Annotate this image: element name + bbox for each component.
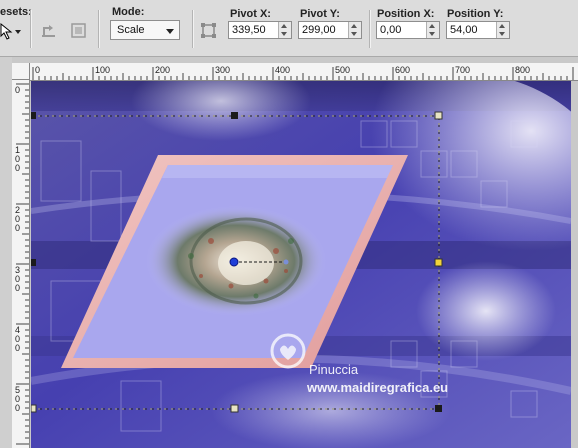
ruler-tick-label: 600 bbox=[395, 65, 410, 75]
spin-up-icon[interactable] bbox=[281, 24, 287, 28]
ruler-tick-label: 0 bbox=[15, 283, 20, 293]
canvas-artwork: Pinuccia www.maidiregrafica.eu bbox=[31, 81, 571, 448]
toolbar-separator bbox=[192, 10, 194, 48]
toolbar-separator bbox=[369, 10, 371, 48]
position-x-label: Position X: bbox=[377, 8, 435, 20]
pivot-x-spinner[interactable] bbox=[278, 22, 291, 38]
ruler-tick-label: 0 bbox=[15, 403, 20, 413]
spin-down-icon[interactable] bbox=[281, 32, 287, 36]
spin-up-icon[interactable] bbox=[351, 24, 357, 28]
spin-down-icon[interactable] bbox=[429, 32, 435, 36]
image-canvas[interactable]: Pinuccia www.maidiregrafica.eu bbox=[31, 81, 571, 448]
watermark-name: Pinuccia bbox=[309, 362, 359, 377]
mode-select[interactable]: Scale bbox=[110, 20, 180, 40]
pivot-y-input[interactable]: 299,00 bbox=[298, 21, 362, 39]
ruler-corner bbox=[12, 63, 30, 80]
ruler-tick-label: 400 bbox=[275, 65, 290, 75]
horizontal-ruler[interactable]: 0 100 200 300 400 500 600 700 800 bbox=[30, 63, 578, 81]
toolbar: esets: Mode: Scale Pivot X: 339,50 Pivot… bbox=[0, 0, 578, 57]
spin-down-icon[interactable] bbox=[351, 32, 357, 36]
spin-down-icon[interactable] bbox=[499, 32, 505, 36]
position-y-value: 54,00 bbox=[450, 24, 478, 36]
ruler-tick-label: 700 bbox=[455, 65, 470, 75]
pivot-point-icon[interactable] bbox=[200, 22, 218, 40]
toolbar-separator bbox=[30, 10, 32, 48]
position-y-input[interactable]: 54,00 bbox=[446, 21, 510, 39]
horizontal-ruler-ticks: 0 100 200 300 400 500 600 700 800 bbox=[32, 65, 574, 80]
pivot-x-input[interactable]: 339,50 bbox=[228, 21, 292, 39]
ruler-tick-label: 300 bbox=[215, 65, 230, 75]
watermark-site: www.maidiregrafica.eu bbox=[306, 380, 448, 395]
presets-label: esets: bbox=[0, 6, 32, 18]
pivot-y-label: Pivot Y: bbox=[300, 8, 340, 20]
ruler-tick-label: 100 bbox=[95, 65, 110, 75]
pivot-y-value: 299,00 bbox=[302, 24, 336, 36]
image-frame-icon[interactable] bbox=[70, 22, 88, 40]
position-x-input[interactable]: 0,00 bbox=[376, 21, 440, 39]
pivot-x-label: Pivot X: bbox=[230, 8, 271, 20]
ruler-tick-label: 0 bbox=[15, 85, 20, 95]
rotate-icon[interactable] bbox=[40, 22, 58, 40]
pick-tool-cursor-icon[interactable] bbox=[0, 22, 22, 40]
mode-label: Mode: bbox=[112, 6, 145, 18]
vertical-ruler[interactable]: 0100200300400500 bbox=[12, 80, 30, 448]
mode-select-value: Scale bbox=[117, 24, 145, 36]
chevron-down-icon bbox=[166, 29, 174, 34]
pivot-x-value: 339,50 bbox=[232, 24, 266, 36]
vertical-ruler-ticks: 0100200300400500 bbox=[15, 83, 29, 445]
spin-up-icon[interactable] bbox=[499, 24, 505, 28]
position-y-spinner[interactable] bbox=[496, 22, 509, 38]
ruler-tick-label: 0 bbox=[15, 343, 20, 353]
ruler-tick-label: 0 bbox=[15, 163, 20, 173]
ruler-tick-label: 0 bbox=[35, 65, 40, 75]
ruler-tick-label: 500 bbox=[335, 65, 350, 75]
ruler-tick-label: 200 bbox=[155, 65, 170, 75]
pivot-y-spinner[interactable] bbox=[348, 22, 361, 38]
left-panel-edge bbox=[0, 57, 12, 448]
spin-up-icon[interactable] bbox=[429, 24, 435, 28]
position-y-label: Position Y: bbox=[447, 8, 504, 20]
position-x-spinner[interactable] bbox=[426, 22, 439, 38]
position-x-value: 0,00 bbox=[380, 24, 402, 36]
toolbar-separator bbox=[98, 10, 100, 48]
ruler-tick-label: 800 bbox=[515, 65, 530, 75]
ruler-tick-label: 0 bbox=[15, 223, 20, 233]
